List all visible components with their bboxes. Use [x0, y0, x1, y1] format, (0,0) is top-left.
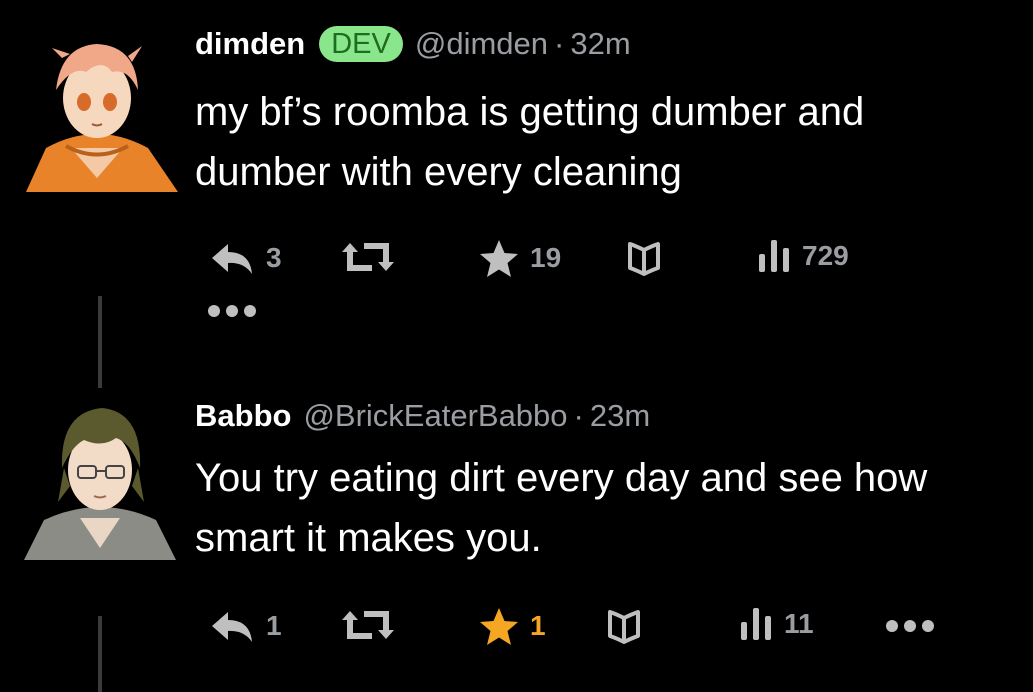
retweet-icon — [342, 243, 394, 271]
views-button[interactable]: 729 — [756, 238, 849, 274]
avatar[interactable] — [24, 398, 176, 560]
author-handle[interactable]: @BrickEaterBabbo — [303, 398, 567, 434]
tweet-text: my bf’s roomba is getting dumber and dum… — [195, 90, 865, 194]
retweet-button[interactable] — [338, 608, 408, 642]
retweet-button[interactable] — [338, 240, 408, 274]
tweet-text: You try eating dirt every day and see ho… — [195, 456, 928, 560]
like-button[interactable]: 1 — [478, 606, 546, 646]
bookmark-icon — [608, 610, 640, 644]
views-button[interactable]: 11 — [738, 606, 814, 642]
reply-button[interactable]: 1 — [208, 608, 282, 644]
reply-count: 1 — [266, 610, 282, 641]
views-icon — [741, 608, 771, 640]
tweet-header: dimden DEV @dimden · 32m — [195, 26, 631, 62]
more-dot — [208, 305, 220, 317]
bookmark-icon — [628, 242, 660, 276]
timestamp[interactable]: 32m — [570, 26, 630, 62]
author-name[interactable]: dimden — [195, 26, 305, 62]
bookmark-button[interactable] — [606, 608, 642, 644]
reply-count: 3 — [266, 242, 282, 273]
retweet-icon — [342, 611, 394, 639]
like-count: 1 — [530, 610, 546, 641]
timestamp[interactable]: 23m — [590, 398, 650, 434]
reply-button[interactable]: 3 — [208, 240, 282, 276]
thread-line — [98, 616, 102, 692]
more-dot — [244, 305, 256, 317]
tweet-header: Babbo @BrickEaterBabbo · 23m — [195, 398, 650, 434]
star-icon — [480, 240, 518, 277]
views-icon — [759, 240, 789, 272]
dev-badge: DEV — [319, 26, 403, 62]
more-dot — [886, 620, 898, 632]
more-icon[interactable] — [886, 620, 934, 632]
like-count: 19 — [530, 242, 562, 273]
author-name[interactable]: Babbo — [195, 398, 291, 434]
separator: · — [573, 398, 584, 433]
tweet[interactable]: Babbo @BrickEaterBabbo · 23m You try eat… — [0, 370, 1033, 692]
more-dot — [922, 620, 934, 632]
more-dot — [226, 305, 238, 317]
tweet[interactable]: dimden DEV @dimden · 32m my bf’s roomba … — [0, 0, 1033, 388]
bookmark-button[interactable] — [626, 240, 662, 276]
star-icon — [480, 608, 518, 645]
more-icon[interactable] — [208, 305, 256, 317]
reply-icon — [212, 612, 252, 642]
avatar[interactable] — [16, 28, 178, 192]
separator: · — [554, 26, 565, 61]
views-count: 11 — [784, 608, 814, 639]
like-button[interactable]: 19 — [478, 238, 561, 278]
views-count: 729 — [802, 240, 849, 271]
more-dot — [904, 620, 916, 632]
author-handle[interactable]: @dimden — [415, 26, 548, 62]
reply-icon — [212, 244, 252, 274]
